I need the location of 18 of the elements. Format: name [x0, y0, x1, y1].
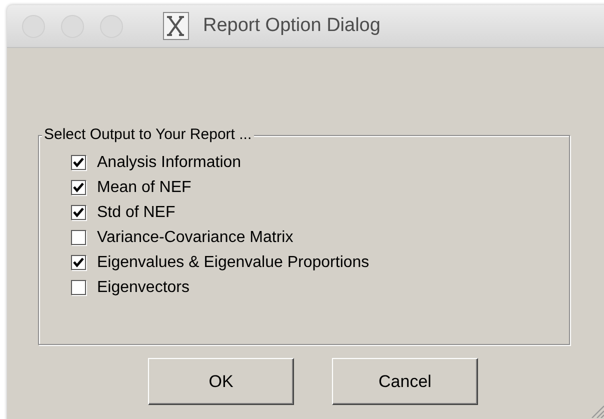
- checkbox[interactable]: [71, 155, 86, 170]
- checkbox[interactable]: [71, 255, 86, 270]
- checkbox-label[interactable]: Eigenvalues & Eigenvalue Proportions: [97, 254, 370, 272]
- window-title: Report Option Dialog: [203, 15, 380, 37]
- checkbox[interactable]: [71, 205, 86, 220]
- checkbox-label[interactable]: Eigenvectors: [97, 278, 190, 296]
- checkbox[interactable]: [71, 230, 86, 245]
- checkbox-label[interactable]: Analysis Information: [97, 154, 242, 172]
- x-logo-icon: [163, 12, 189, 40]
- checkbox[interactable]: [71, 180, 86, 195]
- dialog-button[interactable]: OK: [148, 358, 294, 405]
- checkbox-label[interactable]: Variance-Covariance Matrix: [97, 228, 294, 246]
- checkbox[interactable]: [71, 280, 86, 295]
- checkbox-label[interactable]: Mean of NEF: [97, 178, 192, 196]
- group-title: Select Output to Your Report ...: [42, 126, 254, 143]
- dialog-button[interactable]: Cancel: [332, 358, 478, 405]
- resize-grip-icon[interactable]: [590, 404, 604, 418]
- checkbox-label[interactable]: Std of NEF: [97, 204, 176, 222]
